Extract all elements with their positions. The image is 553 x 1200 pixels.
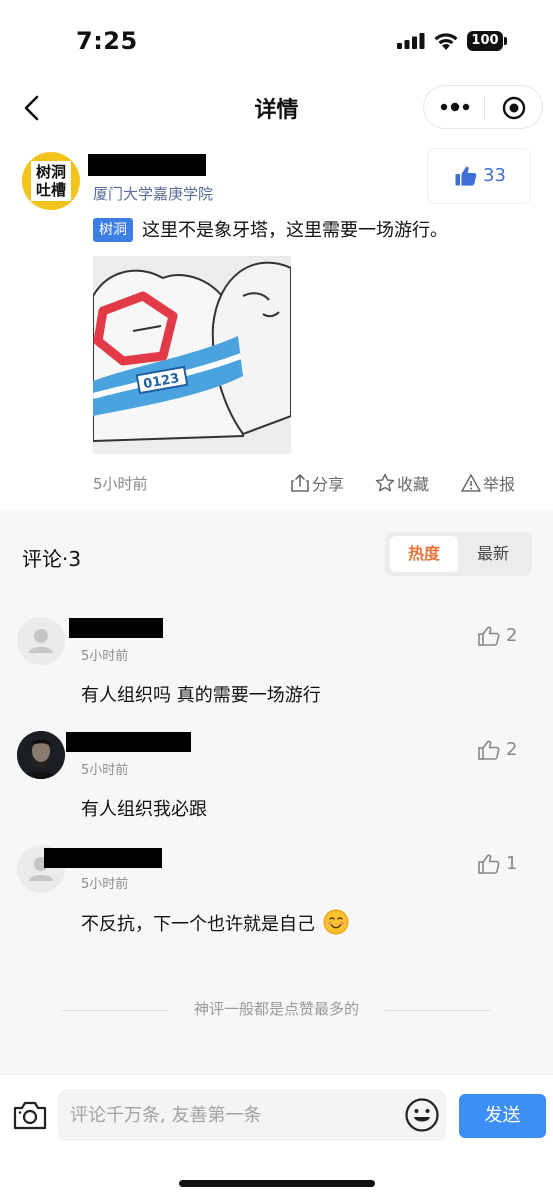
redacted-username (44, 848, 162, 868)
post-like-count: 33 (483, 165, 506, 186)
home-indicator (179, 1180, 375, 1187)
share-icon (291, 474, 309, 492)
collect-label: 收藏 (397, 475, 430, 494)
portrait-image (17, 731, 65, 779)
thumbs-up-outline-icon (478, 626, 500, 646)
share-button[interactable]: 分享 (290, 471, 344, 495)
report-label: 举报 (483, 475, 516, 494)
comment-like-count: 2 (506, 625, 518, 646)
comment-text-row: 不反抗，下一个也许就是自己 (81, 909, 349, 936)
post-image[interactable]: 0123 (93, 256, 291, 454)
star-icon (375, 473, 395, 492)
comment-like-count: 1 (506, 853, 518, 874)
comment-like-button[interactable]: 1 (478, 853, 517, 874)
status-bar: 7:25 100 (0, 0, 553, 80)
redacted-username (66, 732, 191, 752)
comment-item: 5小时前 1 不反抗，下一个也许就是自己 (0, 845, 553, 959)
comment-like-button[interactable]: 2 (478, 625, 517, 646)
wifi-icon (434, 33, 458, 50)
signal-icon (397, 33, 425, 49)
emoji-icon[interactable] (404, 1097, 440, 1133)
comment-text: 有人组织我必跟 (81, 799, 207, 820)
author-avatar[interactable]: 树洞 吐槽 (22, 152, 80, 210)
redacted-username (69, 618, 163, 638)
avatar-logo: 树洞 吐槽 (31, 161, 71, 201)
comment-like-count: 2 (506, 739, 518, 760)
post-like-button[interactable]: 33 (427, 148, 531, 204)
more-icon[interactable] (440, 100, 470, 114)
comment-item: 5小时前 2 有人组织我必跟 (0, 731, 553, 845)
comment-text: 有人组织吗 真的需要一场游行 (81, 685, 321, 706)
send-button[interactable]: 发送 (459, 1094, 546, 1138)
thumbs-up-icon (455, 166, 477, 186)
nav-bar: 详情 (0, 80, 553, 138)
smile-emoji-icon (323, 909, 349, 935)
default-avatar[interactable] (17, 617, 65, 665)
battery-tip (504, 37, 507, 45)
thumbs-up-outline-icon (478, 854, 500, 874)
comment-item: 5小时前 2 有人组织吗 真的需要一场游行 (0, 617, 553, 731)
comment-footer-note: 神评一般都是点赞最多的 (0, 998, 553, 1022)
status-time: 7:25 (76, 27, 138, 55)
user-avatar[interactable] (17, 731, 65, 779)
post-content: 这里不是象牙塔，这里需要一场游行。 (142, 220, 448, 241)
footer-text: 神评一般都是点赞最多的 (193, 1000, 359, 1018)
sort-new-tab[interactable]: 最新 (459, 536, 527, 572)
battery-indicator: 100 (467, 31, 503, 51)
comment-section: 评论·3 热度 最新 5小时前 2 有人组织吗 真的需要一场游行 5小时前 2 … (0, 510, 553, 1074)
comment-time: 5小时前 (81, 649, 129, 664)
thumbs-up-outline-icon (478, 740, 500, 760)
share-label: 分享 (312, 475, 345, 494)
comment-input-bar: 发送 (0, 1074, 553, 1200)
comment-time: 5小时前 (81, 763, 129, 778)
capsule-divider (484, 97, 485, 119)
sort-hot-tab[interactable]: 热度 (390, 536, 458, 572)
report-button[interactable]: 举报 (461, 471, 515, 495)
avatar-text-line1: 树洞 (35, 163, 66, 181)
user-placeholder-icon (29, 629, 53, 653)
comment-time: 5小时前 (81, 877, 129, 892)
avatar-text-line2: 吐槽 (35, 181, 66, 199)
comment-count-title: 评论·3 (22, 547, 82, 571)
comment-like-button[interactable]: 2 (478, 739, 517, 760)
mini-program-capsule (423, 85, 543, 129)
post-card: 树洞 吐槽 厦门大学嘉庚学院 33 树洞 这里不是象牙塔，这里需要一场游行。 0… (0, 138, 553, 510)
camera-icon[interactable] (12, 1099, 48, 1131)
comment-input[interactable] (58, 1089, 446, 1141)
comment-text: 不反抗，下一个也许就是自己 (81, 914, 315, 935)
meme-illustration: 0123 (93, 256, 291, 454)
collect-button[interactable]: 收藏 (375, 471, 429, 495)
author-college[interactable]: 厦门大学嘉庚学院 (93, 183, 213, 204)
divider-right (385, 1010, 491, 1011)
close-miniprogram-icon[interactable] (502, 96, 526, 120)
warning-icon (461, 474, 481, 492)
sort-toggle: 热度 最新 (385, 532, 532, 576)
redacted-author-name (88, 154, 206, 176)
category-tag[interactable]: 树洞 (93, 218, 133, 242)
post-time: 5小时前 (93, 475, 148, 493)
